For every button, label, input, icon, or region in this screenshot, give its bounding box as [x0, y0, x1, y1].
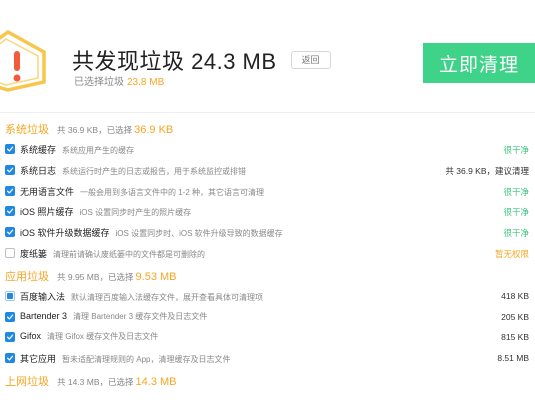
item-name: 系统缓存 系统应用产生的缓存 — [20, 143, 134, 156]
junk-item-row[interactable]: 其它应用 暂未适配清理规则的 App，清理缓存及日志文件 8.51 MB — [0, 348, 535, 369]
junk-list: 系统垃圾共 36.9 KB，已选择 36.9 KB 系统缓存 系统应用产生的缓存 很干净… — [0, 117, 535, 391]
checkbox-checked[interactable] — [5, 332, 15, 343]
item-description: iOS 设置同步时产生的照片缓存 — [79, 208, 192, 218]
item-name: 系统日志 系统运行时产生的日志或报告，用于系统监控或排错 — [20, 164, 246, 177]
junk-item-row[interactable]: Bartender 3 清理 Bartender 3 缓存文件及日志文件 205 K… — [0, 307, 535, 328]
item-title: 百度输入法 — [20, 291, 66, 302]
category-stat-total: 共 14.3 MB，已选择 — [57, 376, 134, 387]
item-title: 其它应用 — [20, 354, 57, 365]
checkbox-checked[interactable] — [5, 311, 15, 322]
item-name: 废纸篓 清理前请确认废纸篓中的文件都是可删除的 — [20, 247, 205, 260]
checkbox-checked[interactable] — [5, 206, 15, 217]
junk-item-row[interactable]: 废纸篓 清理前请确认废纸篓中的文件都是可删除的 暂无权限 — [0, 243, 535, 264]
item-status: 共 36.9 KB，建议清理 — [445, 165, 529, 176]
header: 共发现垃圾 24.3 MB 返回 已选择垃圾 23.8 MB 立即清理 — [0, 0, 535, 106]
item-status: 8.51 MB — [497, 353, 529, 364]
category-stat-total: 共 9.95 MB，已选择 — [57, 271, 134, 282]
item-title: 系统日志 — [20, 165, 57, 176]
selected-summary-label: 已选择垃圾 — [74, 77, 124, 88]
item-description: 系统应用产生的缓存 — [62, 146, 135, 155]
category-stat-selected: 36.9 KB — [134, 124, 174, 136]
title-row: 共发现垃圾 24.3 MB 返回 — [72, 44, 331, 76]
item-title: 无用语言文件 — [20, 186, 75, 197]
junk-item-row[interactable]: 无用语言文件 一般会用到多语言文件中的 1-2 种，其它语言可清理 很干净 — [0, 181, 535, 202]
item-status: 很干净 — [503, 145, 529, 155]
category-stat-total: 共 36.9 KB，已选择 — [57, 125, 133, 135]
item-title: iOS 软件升级数据缓存 — [20, 228, 110, 239]
junk-item-row[interactable]: 系统缓存 系统应用产生的缓存 很干净 — [0, 139, 535, 160]
category-stat: 共 36.9 KB，已选择 36.9 KB — [57, 124, 173, 136]
item-status: 815 KB — [501, 332, 529, 343]
item-title: 废纸篓 — [20, 248, 48, 259]
item-description: 清理 Bartender 3 缓存文件及日志文件 — [73, 311, 208, 321]
page-title: 共发现垃圾 24.3 MB — [72, 49, 277, 74]
junk-item-row[interactable]: 百度输入法 默认清理百度输入法缓存文件，展开查看具体可清理项 418 KB — [0, 286, 535, 307]
item-description: 清理前请确认废纸篓中的文件都是可删除的 — [53, 249, 206, 259]
clean-now-button[interactable]: 立即清理 — [423, 43, 535, 83]
category-header: 应用垃圾共 9.95 MB，已选择 9.53 MB — [0, 264, 535, 286]
checkbox-checked[interactable] — [5, 353, 15, 364]
junk-item-row[interactable]: iOS 软件升级数据缓存 iOS 设置同步时、iOS 软件升级导致的数据缓存 很干净 — [0, 222, 535, 243]
junk-item-row[interactable]: Gifox 清理 Gifox 缓存文件及日志文件 815 KB — [0, 327, 535, 348]
item-description: iOS 设置同步时、iOS 软件升级导致的数据缓存 — [115, 229, 283, 239]
checkbox-checked[interactable] — [5, 144, 15, 154]
item-description: 系统运行时产生的日志或报告，用于系统监控或排错 — [62, 166, 247, 176]
item-name: Bartender 3 清理 Bartender 3 缓存文件及日志文件 — [20, 311, 207, 322]
checkbox-checked[interactable] — [5, 185, 15, 196]
category-header: 上网垃圾共 14.3 MB，已选择 14.3 MB — [0, 369, 535, 391]
item-title: iOS 照片缓存 — [20, 207, 74, 218]
item-description: 默认清理百度输入法缓存文件，展开查看具体可清理项 — [71, 292, 264, 302]
category-name: 系统垃圾 — [5, 124, 49, 136]
header-divider — [0, 112, 535, 113]
category-stat-selected: 14.3 MB — [135, 375, 177, 388]
item-name: 无用语言文件 一般会用到多语言文件中的 1-2 种，其它语言可清理 — [20, 185, 264, 198]
item-title: 系统缓存 — [20, 145, 57, 155]
category-name: 应用垃圾 — [5, 270, 49, 283]
item-title: Gifox — [20, 331, 42, 342]
item-name: iOS 照片缓存 iOS 设置同步时产生的照片缓存 — [20, 205, 191, 218]
item-description: 清理 Gifox 缓存文件及日志文件 — [47, 332, 159, 342]
checkbox-partial-mark — [7, 292, 13, 299]
checkbox-unchecked[interactable] — [5, 247, 15, 258]
category-stat: 共 9.95 MB，已选择 9.53 MB — [57, 271, 177, 283]
junk-item-row[interactable]: iOS 照片缓存 iOS 设置同步时产生的照片缓存 很干净 — [0, 201, 535, 222]
checkbox-checked[interactable] — [5, 227, 15, 238]
item-title: Bartender 3 — [20, 310, 68, 321]
item-name: 百度输入法 默认清理百度输入法缓存文件，展开查看具体可清理项 — [20, 290, 263, 303]
junk-item-row[interactable]: 系统日志 系统运行时产生的日志或报告，用于系统监控或排错 共 36.9 KB，建议清… — [0, 160, 535, 181]
selected-summary: 已选择垃圾 23.8 MB — [74, 73, 164, 88]
category-header: 系统垃圾共 36.9 KB，已选择 36.9 KB — [0, 117, 535, 139]
item-description: 暂未适配清理规则的 App，清理缓存及日志文件 — [62, 355, 231, 365]
warning-hexagon-icon — [0, 30, 46, 92]
item-name: 其它应用 暂未适配清理规则的 App，清理缓存及日志文件 — [20, 352, 230, 365]
item-description: 一般会用到多语言文件中的 1-2 种，其它语言可清理 — [80, 187, 265, 197]
item-status: 很干净 — [503, 186, 529, 197]
item-name: iOS 软件升级数据缓存 iOS 设置同步时、iOS 软件升级导致的数据缓存 — [20, 226, 283, 239]
item-name: Gifox 清理 Gifox 缓存文件及日志文件 — [20, 331, 158, 342]
checkbox-checked[interactable] — [5, 164, 15, 175]
item-status: 418 KB — [501, 290, 529, 301]
item-status: 暂无权限 — [494, 248, 529, 259]
checkbox-partial[interactable] — [5, 290, 15, 301]
item-status: 很干净 — [503, 207, 529, 218]
category-stat: 共 14.3 MB，已选择 14.3 MB — [57, 376, 177, 388]
selected-summary-amount: 23.8 MB — [127, 77, 165, 88]
category-name: 上网垃圾 — [5, 375, 49, 388]
category-stat-selected: 9.53 MB — [135, 270, 177, 283]
item-status: 205 KB — [501, 311, 529, 322]
back-button[interactable]: 返回 — [290, 51, 331, 69]
item-status: 很干净 — [503, 228, 529, 239]
